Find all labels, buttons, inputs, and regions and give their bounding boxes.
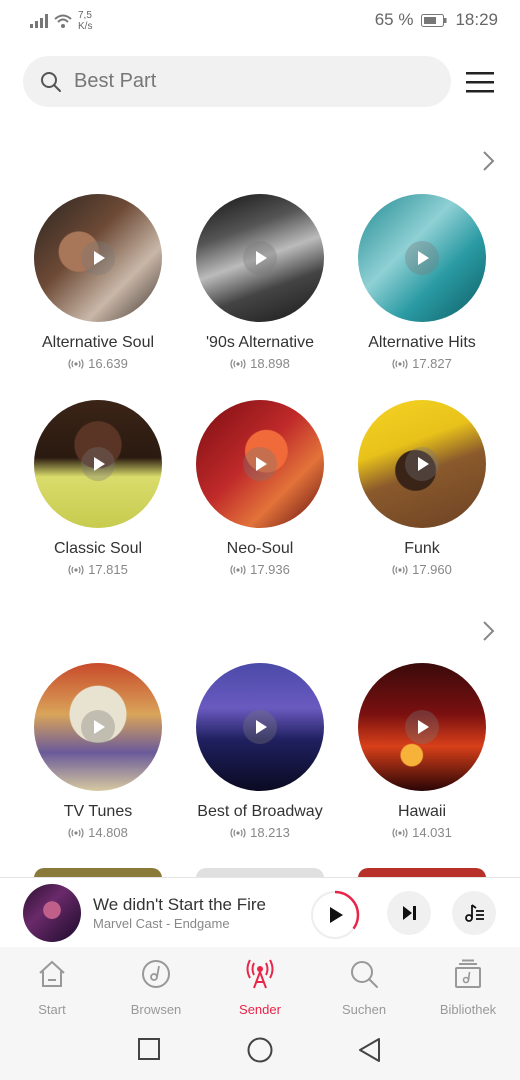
play-overlay-icon[interactable] [243,241,277,275]
home-circle-icon[interactable] [247,1037,273,1063]
music-queue-icon [465,904,484,922]
listener-count-value: 17.936 [250,562,290,577]
nav-item-browsen[interactable]: Browsen [104,947,208,1020]
listener-count-value: 16.639 [88,356,128,371]
skip-next-icon [403,906,416,920]
listener-count: 17.960 [341,562,503,577]
search-icon [351,961,378,988]
now-playing-artwork [23,884,81,942]
station-name: TV Tunes [63,803,133,820]
listener-count-value: 14.031 [412,825,452,840]
station-card[interactable]: '90s Alternative 18.898 [179,194,341,384]
status-bar: 7,5 K/s 65 % 18:29 [0,0,520,44]
listener-count-value: 17.960 [412,562,452,577]
clock: 18:29 [455,10,498,29]
broadcast-icon [68,358,84,369]
play-overlay-icon[interactable] [243,447,277,481]
skip-next-button[interactable] [387,891,431,935]
station-card[interactable]: Alternative Hits 17.827 [341,194,503,384]
play-overlay-icon[interactable] [405,710,439,744]
bottom-navigation: Start Browsen Sender Suchen Bibliothek [0,947,520,1020]
station-card[interactable]: Alternative Soul 16.639 [17,194,179,384]
station-name: Classic Soul [53,540,143,557]
nav-label: Start [38,1002,66,1017]
listener-count: 16.639 [17,356,179,371]
wifi-icon [54,14,72,28]
now-playing-bar[interactable]: We didn't Start the Fire Marvel Cast - E… [0,877,520,947]
home-icon [39,960,65,987]
listener-count-value: 18.898 [250,356,290,371]
hamburger-menu-icon[interactable] [466,70,494,94]
nav-label: Sender [239,1002,281,1017]
play-overlay-icon[interactable] [405,447,439,481]
section-more-arrow-icon[interactable] [479,620,497,642]
library-icon [455,959,481,988]
station-card[interactable]: TV Tunes 14.808 [17,663,179,853]
battery-percent: 65 % [374,10,414,29]
play-pause-button[interactable] [310,890,360,940]
broadcast-icon [392,358,408,369]
search-icon [41,71,61,92]
browse-disc-icon [142,960,170,988]
queue-button[interactable] [452,891,496,935]
nav-item-bibliothek[interactable]: Bibliothek [416,947,520,1020]
broadcast-icon [230,827,246,838]
nav-label: Bibliothek [439,1002,497,1017]
listener-count-value: 18.213 [250,825,290,840]
station-name: Alternative Hits [368,334,476,351]
station-name: Hawaii [397,803,446,820]
broadcast-icon [230,358,246,369]
back-triangle-icon[interactable] [358,1037,382,1063]
station-name: '90s Alternative [205,334,314,351]
station-card[interactable]: Best of Broadway 18.213 [179,663,341,853]
nav-label: Suchen [341,1002,387,1017]
station-name: Neo-Soul [226,540,294,557]
play-overlay-icon[interactable] [81,710,115,744]
search-input[interactable] [74,70,374,93]
play-overlay-icon[interactable] [243,710,277,744]
nav-item-suchen[interactable]: Suchen [312,947,416,1020]
broadcast-icon [68,827,84,838]
station-card[interactable]: Hawaii 14.031 [341,663,503,853]
play-overlay-icon[interactable] [81,447,115,481]
listener-count: 14.031 [341,825,503,840]
listener-count: 17.815 [17,562,179,577]
nav-item-sender[interactable]: Sender [208,947,312,1020]
section-more-arrow-icon[interactable] [479,150,497,172]
listener-count: 18.213 [179,825,341,840]
now-playing-title: We didn't Start the Fire [93,895,267,914]
station-name: Best of Broadway [197,803,323,820]
station-card[interactable]: Neo-Soul 17.936 [179,400,341,590]
listener-count: 17.827 [341,356,503,371]
listener-count: 14.808 [17,825,179,840]
broadcast-icon [392,564,408,575]
system-navigation-bar [0,1020,520,1080]
station-name: Funk [404,540,440,557]
speed-unit: K/s [78,21,93,32]
nav-item-start[interactable]: Start [0,947,104,1020]
broadcast-icon [392,827,408,838]
broadcast-icon [230,564,246,575]
search-bar[interactable] [23,56,451,107]
station-card[interactable]: Classic Soul 17.815 [17,400,179,590]
now-playing-subtitle: Marvel Cast - Endgame [93,916,230,931]
listener-count-value: 14.808 [88,825,128,840]
nav-label: Browsen [130,1002,182,1017]
listener-count: 18.898 [179,356,341,371]
battery-icon [421,13,447,27]
listener-count: 17.936 [179,562,341,577]
listener-count-value: 17.815 [88,562,128,577]
play-overlay-icon[interactable] [81,241,115,275]
play-overlay-icon[interactable] [405,241,439,275]
recent-apps-icon[interactable] [138,1038,160,1060]
station-card[interactable]: Funk 17.960 [341,400,503,590]
broadcast-icon [68,564,84,575]
station-name: Alternative Soul [41,334,155,351]
speed-value: 7,5 [78,10,92,21]
radio-tower-icon [246,959,274,989]
listener-count-value: 17.827 [412,356,452,371]
signal-icon [30,14,48,28]
